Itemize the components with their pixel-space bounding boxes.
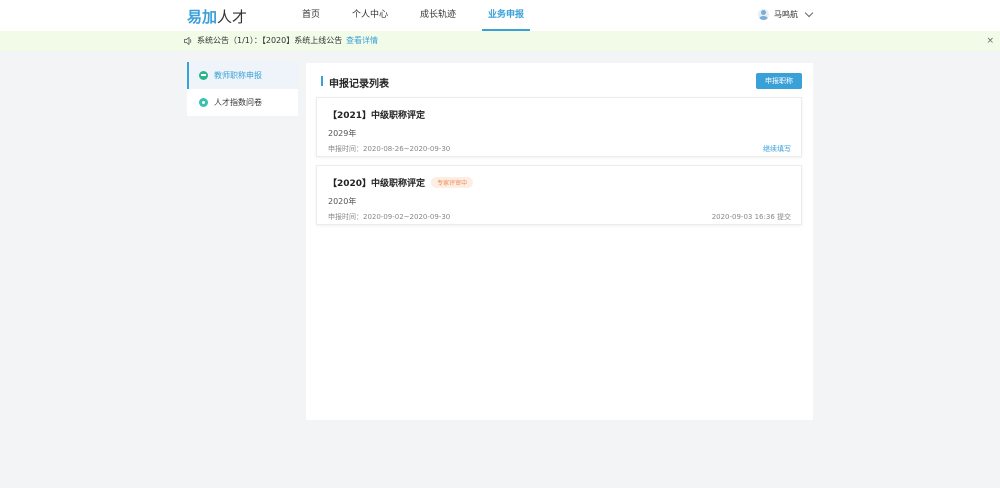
- record-period: 申报时间：2020-08-26~2020-09-30: [328, 145, 451, 153]
- record-card[interactable]: 【2021】中级职称评定 2029年 申报时间：2020-08-26~2020-…: [316, 97, 802, 157]
- record-period: 申报时间：2020-09-02~2020-09-30: [328, 213, 451, 221]
- apply-title-button[interactable]: 申报职称: [756, 73, 802, 89]
- notice-bar: 系统公告（1/1）：【2020】系统上线公告 查看详情 ×: [0, 31, 1000, 51]
- continue-fill-link[interactable]: 继续填写: [763, 144, 791, 154]
- nav-home[interactable]: 首页: [296, 0, 326, 31]
- record-title: 【2021】中级职称评定: [328, 108, 425, 121]
- record-title: 【2020】中级职称评定 专家评审中: [328, 176, 474, 189]
- submit-time: 2020-09-03 16:36 提交: [711, 213, 791, 221]
- record-year: 2020年: [328, 197, 357, 206]
- notice-text: 系统公告（1/1）：【2020】系统上线公告: [197, 36, 343, 45]
- sidebar-item-talent-survey[interactable]: 人才指数问卷: [187, 89, 298, 116]
- notice-detail-link[interactable]: 查看详情: [346, 31, 378, 51]
- sidebar: 教师职称申报 人才指数问卷: [187, 62, 298, 116]
- sidebar-item-label: 人才指数问卷: [214, 98, 262, 107]
- user-menu[interactable]: 马鸣航: [758, 8, 814, 20]
- speaker-icon: [184, 37, 192, 45]
- nav-personal-center[interactable]: 个人中心: [346, 0, 394, 31]
- logo-part1: 易加: [187, 8, 218, 26]
- graduation-cap-icon: [199, 71, 208, 80]
- page-title: 申报记录列表: [321, 75, 389, 90]
- record-card[interactable]: 【2020】中级职称评定 专家评审中 2020年 申报时间：2020-09-02…: [316, 165, 802, 225]
- avatar: [758, 9, 769, 20]
- record-year: 2029年: [328, 129, 357, 138]
- nav-growth-track[interactable]: 成长轨迹: [414, 0, 462, 31]
- user-name: 马鸣航: [774, 10, 798, 19]
- main-nav: 首页 个人中心 成长轨迹 业务申报: [296, 0, 550, 31]
- status-badge: 专家评审中: [431, 177, 474, 188]
- logo-part2: 人才: [217, 8, 248, 26]
- record-title-text: 【2021】中级职称评定: [328, 111, 426, 121]
- chevron-down-icon: [804, 8, 814, 17]
- record-title-text: 【2020】中级职称评定: [328, 179, 426, 189]
- logo[interactable]: 易加人才: [187, 6, 247, 27]
- records-panel: 申报记录列表 申报职称 【2021】中级职称评定 2029年 申报时间：2020…: [306, 63, 813, 420]
- close-icon[interactable]: ×: [986, 31, 994, 51]
- top-header: 易加人才 首页 个人中心 成长轨迹 业务申报 马鸣航: [0, 0, 1000, 31]
- sidebar-item-teacher-title-apply[interactable]: 教师职称申报: [187, 62, 298, 89]
- sidebar-item-label: 教师职称申报: [214, 71, 262, 80]
- questionnaire-icon: [199, 98, 208, 107]
- nav-business-apply[interactable]: 业务申报: [482, 0, 531, 31]
